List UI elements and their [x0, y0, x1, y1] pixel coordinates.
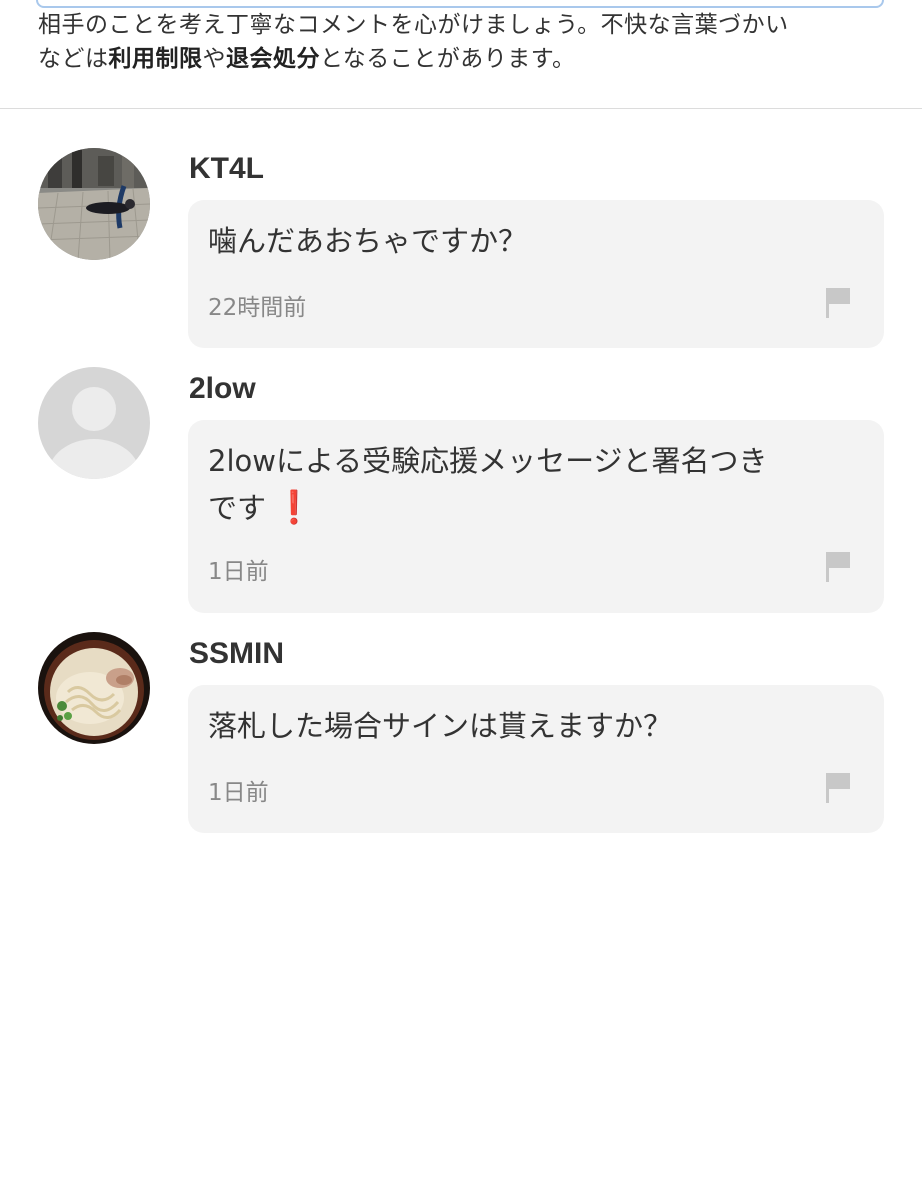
comment-bubble: 2lowによる受験応援メッセージと署名つき です ❗ 1日前: [188, 420, 884, 613]
comment-guideline-notice: 相手のことを考え丁寧なコメントを心がけましょう。不快な言葉づかい などは利用制限…: [38, 8, 908, 76]
comment-timestamp: 1日前: [208, 559, 269, 585]
avatar-photo-station: [38, 148, 150, 260]
comment-input-field[interactable]: [36, 0, 884, 8]
comment-bubble: 噛んだあおちゃですか？ 22時間前: [188, 200, 884, 348]
notice-line-2: などは利用制限や退会処分となることがあります。: [38, 42, 908, 76]
comment-text-line-2-text: です: [208, 491, 267, 525]
comment-username[interactable]: SSMIN: [189, 637, 284, 671]
notice-prefix: などは: [38, 46, 109, 72]
notice-account-removal: 退会処分: [226, 46, 320, 72]
comment-text: 噛んだあおちゃですか？: [208, 224, 528, 258]
flag-icon[interactable]: [824, 286, 852, 318]
avatar[interactable]: [38, 632, 150, 744]
comment-bubble: 落札した場合サインは貰えますか？ 1日前: [188, 685, 884, 833]
default-user-icon: [38, 367, 150, 479]
comment-input-area: 相手のことを考え丁寧なコメントを心がけましょう。不快な言葉づかい などは利用制限…: [0, 0, 922, 109]
comment-text-line-1: 2lowによる受験応援メッセージと署名つき: [208, 444, 768, 478]
notice-suffix: となることがあります。: [320, 46, 576, 72]
avatar[interactable]: [38, 367, 150, 479]
comment-timestamp: 22時間前: [208, 295, 307, 321]
avatar-photo-ramen: [38, 632, 150, 744]
flag-icon[interactable]: [824, 771, 852, 803]
comment-username[interactable]: 2low: [189, 372, 256, 406]
notice-middle: や: [202, 46, 226, 72]
exclamation-emoji-icon: ❗: [274, 488, 314, 526]
comment-timestamp: 1日前: [208, 780, 269, 806]
comment-text: 落札した場合サインは貰えますか？: [208, 709, 673, 743]
flag-icon[interactable]: [824, 550, 852, 582]
comment-text-line-2: です ❗: [208, 484, 858, 531]
notice-line-1: 相手のことを考え丁寧なコメントを心がけましょう。不快な言葉づかい: [38, 12, 789, 38]
comment-text: 2lowによる受験応援メッセージと署名つき です ❗: [208, 438, 858, 531]
section-divider: [0, 108, 922, 109]
comment-username[interactable]: KT4L: [189, 152, 264, 186]
avatar[interactable]: [38, 148, 150, 260]
notice-usage-restriction: 利用制限: [108, 46, 203, 72]
